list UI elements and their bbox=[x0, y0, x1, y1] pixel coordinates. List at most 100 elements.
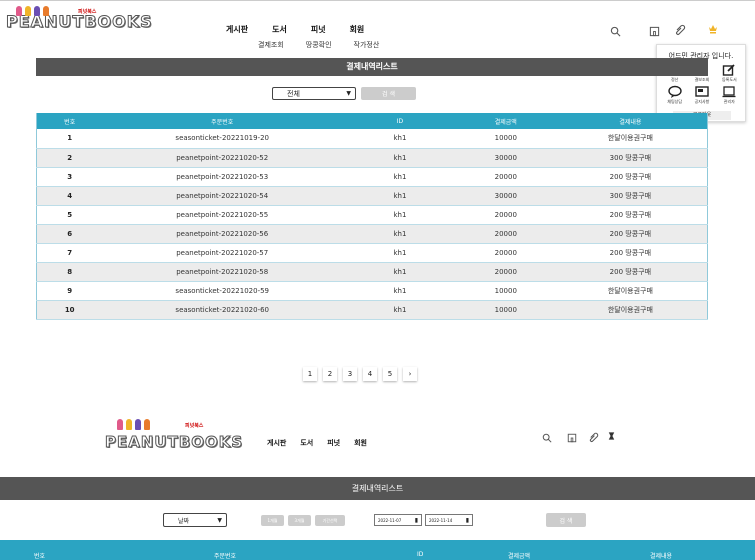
cell-no: 9 bbox=[36, 281, 103, 301]
paperclip-icon-secondary[interactable] bbox=[586, 430, 600, 444]
col-header-order: 주문번호 bbox=[102, 113, 343, 129]
cell-order-no: seasonticket-20221020-60 bbox=[102, 300, 343, 320]
cell-content: 300 땅콩구매 bbox=[553, 148, 708, 168]
admin-menu-manager[interactable]: 관리자 bbox=[716, 85, 743, 105]
pagination: 1 2 3 4 5 › bbox=[303, 367, 417, 381]
search-icon[interactable] bbox=[608, 24, 622, 38]
calendar-icon-to: ▮ bbox=[465, 516, 469, 524]
admin-icon-secondary[interactable] bbox=[604, 429, 618, 443]
cell-amount: 10000 bbox=[457, 281, 554, 301]
nav2-item-peanut[interactable]: 피넛 bbox=[327, 438, 340, 448]
page-4[interactable]: 4 bbox=[363, 367, 377, 381]
chevron-down-icon-secondary: ▼ bbox=[217, 516, 222, 524]
cell-order-no: seasonticket-20221019-20 bbox=[102, 129, 343, 149]
table-row[interactable]: 10 seasonticket-20221020-60 kh1 10000 한달이용권구… bbox=[36, 300, 708, 320]
cell-no: 8 bbox=[36, 262, 103, 282]
cell-amount: 30000 bbox=[457, 186, 554, 206]
admin-dropdown: 어드민 관리자 입니다. ₩ 정산 결보조회 등록도서 채팅상담 공지사항 관리… bbox=[656, 44, 746, 122]
admin-crown-icon[interactable] bbox=[706, 22, 720, 36]
filter-select-secondary[interactable]: 날짜 ▼ bbox=[163, 513, 227, 527]
cell-content: 한달이용권구매 bbox=[553, 281, 708, 301]
cell-no: 1 bbox=[36, 129, 103, 149]
table-row[interactable]: 1 seasonticket-20221019-20 kh1 10000 한달이용권구매 bbox=[36, 129, 708, 149]
range-custom-button[interactable]: 기간선택 bbox=[315, 515, 345, 526]
col2-header-id: ID bbox=[417, 551, 424, 558]
home-icon[interactable] bbox=[647, 24, 661, 38]
chevron-down-icon: ▼ bbox=[346, 90, 351, 97]
table-row[interactable]: 9 seasonticket-20221020-59 kh1 10000 한달이용권구매 bbox=[36, 281, 708, 301]
cell-amount: 20000 bbox=[457, 167, 554, 187]
calendar-icon: ▮ bbox=[414, 516, 418, 524]
admin-menu-notice[interactable]: 공지사항 bbox=[688, 85, 715, 105]
next-page-button[interactable]: › bbox=[403, 367, 417, 381]
cell-order-no: peanetpoint-20221020-58 bbox=[102, 262, 343, 282]
col2-header-no: 번호 bbox=[34, 553, 46, 560]
cell-order-no: peanetpoint-20221020-56 bbox=[102, 224, 343, 244]
range-1month-button[interactable]: 1개월 bbox=[261, 515, 284, 526]
cell-amount: 30000 bbox=[457, 148, 554, 168]
col2-header-amount: 결제금액 bbox=[508, 553, 531, 560]
cell-amount: 10000 bbox=[457, 300, 554, 320]
page-1[interactable]: 1 bbox=[303, 367, 317, 381]
nav2-item-books[interactable]: 도서 bbox=[300, 438, 313, 448]
cell-id: kh1 bbox=[342, 148, 458, 168]
nav-item-books[interactable]: 도서 bbox=[272, 24, 287, 35]
logo-tag-secondary: 피넛북스 bbox=[185, 423, 204, 429]
cell-no: 4 bbox=[36, 186, 103, 206]
cell-amount: 20000 bbox=[457, 243, 554, 263]
filter-select[interactable]: 전체 ▼ bbox=[272, 87, 356, 100]
filter-select-secondary-value: 날짜 bbox=[178, 517, 190, 525]
col2-header-order: 주문번호 bbox=[214, 553, 237, 560]
range-3month-button[interactable]: 3개월 bbox=[288, 515, 311, 526]
nav-item-board[interactable]: 게시판 bbox=[226, 24, 248, 35]
date-from-input[interactable]: 2022-11-07 ▮ bbox=[374, 514, 422, 526]
cell-no: 7 bbox=[36, 243, 103, 263]
table-header-row: 번호 주문번호 ID 결제금액 결제내용 bbox=[36, 113, 708, 129]
home-icon-secondary[interactable] bbox=[565, 431, 579, 445]
subnav-settlement[interactable]: 작가정산 bbox=[354, 40, 380, 50]
cell-order-no: peanetpoint-20221020-57 bbox=[102, 243, 343, 263]
cell-order-no: peanetpoint-20221020-53 bbox=[102, 167, 343, 187]
admin-menu-chat[interactable]: 채팅상담 bbox=[661, 85, 688, 105]
cell-content: 200 땅콩구매 bbox=[553, 243, 708, 263]
page-title: 결제내역리스트 bbox=[36, 58, 708, 76]
table-row[interactable]: 6 peanetpoint-20221020-56 kh1 20000 200 땅콩구매 bbox=[36, 224, 708, 244]
table-row[interactable]: 8 peanetpoint-20221020-58 kh1 20000 200 땅콩구매 bbox=[36, 262, 708, 282]
edit-icon bbox=[721, 63, 737, 77]
table-header-secondary: 번호 주문번호 ID 결제금액 결제내용 bbox=[0, 540, 755, 560]
nav2-item-board[interactable]: 게시판 bbox=[267, 438, 286, 448]
page-3[interactable]: 3 bbox=[343, 367, 357, 381]
logo-secondary[interactable]: 피넛북스 PEANUTBOOKS bbox=[104, 419, 243, 452]
subnav-peanut-check[interactable]: 땅콩확인 bbox=[306, 40, 332, 50]
nav-item-member[interactable]: 회원 bbox=[350, 24, 365, 35]
cell-amount: 20000 bbox=[457, 262, 554, 282]
search-icon-secondary[interactable] bbox=[540, 431, 554, 445]
paperclip-icon[interactable] bbox=[673, 23, 687, 37]
cell-id: kh1 bbox=[342, 243, 458, 263]
table-row[interactable]: 4 peanetpoint-20221020-54 kh1 30000 300 땅콩구매 bbox=[36, 186, 708, 206]
cell-id: kh1 bbox=[342, 205, 458, 225]
date-to-input[interactable]: 2022-11-14 ▮ bbox=[425, 514, 473, 526]
search-button[interactable]: 검 색 bbox=[361, 87, 416, 100]
table-row[interactable]: 7 peanetpoint-20221020-57 kh1 20000 200 땅콩구매 bbox=[36, 243, 708, 263]
cell-amount: 20000 bbox=[457, 205, 554, 225]
page-2[interactable]: 2 bbox=[323, 367, 337, 381]
col-header-no: 번호 bbox=[36, 113, 103, 129]
cell-id: kh1 bbox=[342, 224, 458, 244]
table-row[interactable]: 3 peanetpoint-20221020-53 kh1 20000 200 땅콩구매 bbox=[36, 167, 708, 187]
nav2-item-member[interactable]: 회원 bbox=[354, 438, 367, 448]
cell-id: kh1 bbox=[342, 300, 458, 320]
col-header-id: ID bbox=[342, 113, 458, 129]
subnav-payment[interactable]: 결제조회 bbox=[258, 40, 284, 50]
logo[interactable]: 피넛북스 PEANUTBOOKS bbox=[6, 6, 153, 32]
cell-content: 한달이용권구매 bbox=[553, 129, 708, 149]
page-5[interactable]: 5 bbox=[383, 367, 397, 381]
nav-item-peanut[interactable]: 피넛 bbox=[311, 24, 326, 35]
table-row[interactable]: 2 peanetpoint-20221020-52 kh1 30000 300 땅콩구매 bbox=[36, 148, 708, 168]
monitor-icon bbox=[694, 85, 710, 99]
cell-no: 5 bbox=[36, 205, 103, 225]
table-row[interactable]: 5 peanetpoint-20221020-55 kh1 20000 200 땅콩구매 bbox=[36, 205, 708, 225]
cell-amount: 20000 bbox=[457, 224, 554, 244]
admin-menu-books[interactable]: 등록도서 bbox=[716, 63, 743, 83]
search-button-secondary[interactable]: 검 색 bbox=[546, 513, 586, 527]
